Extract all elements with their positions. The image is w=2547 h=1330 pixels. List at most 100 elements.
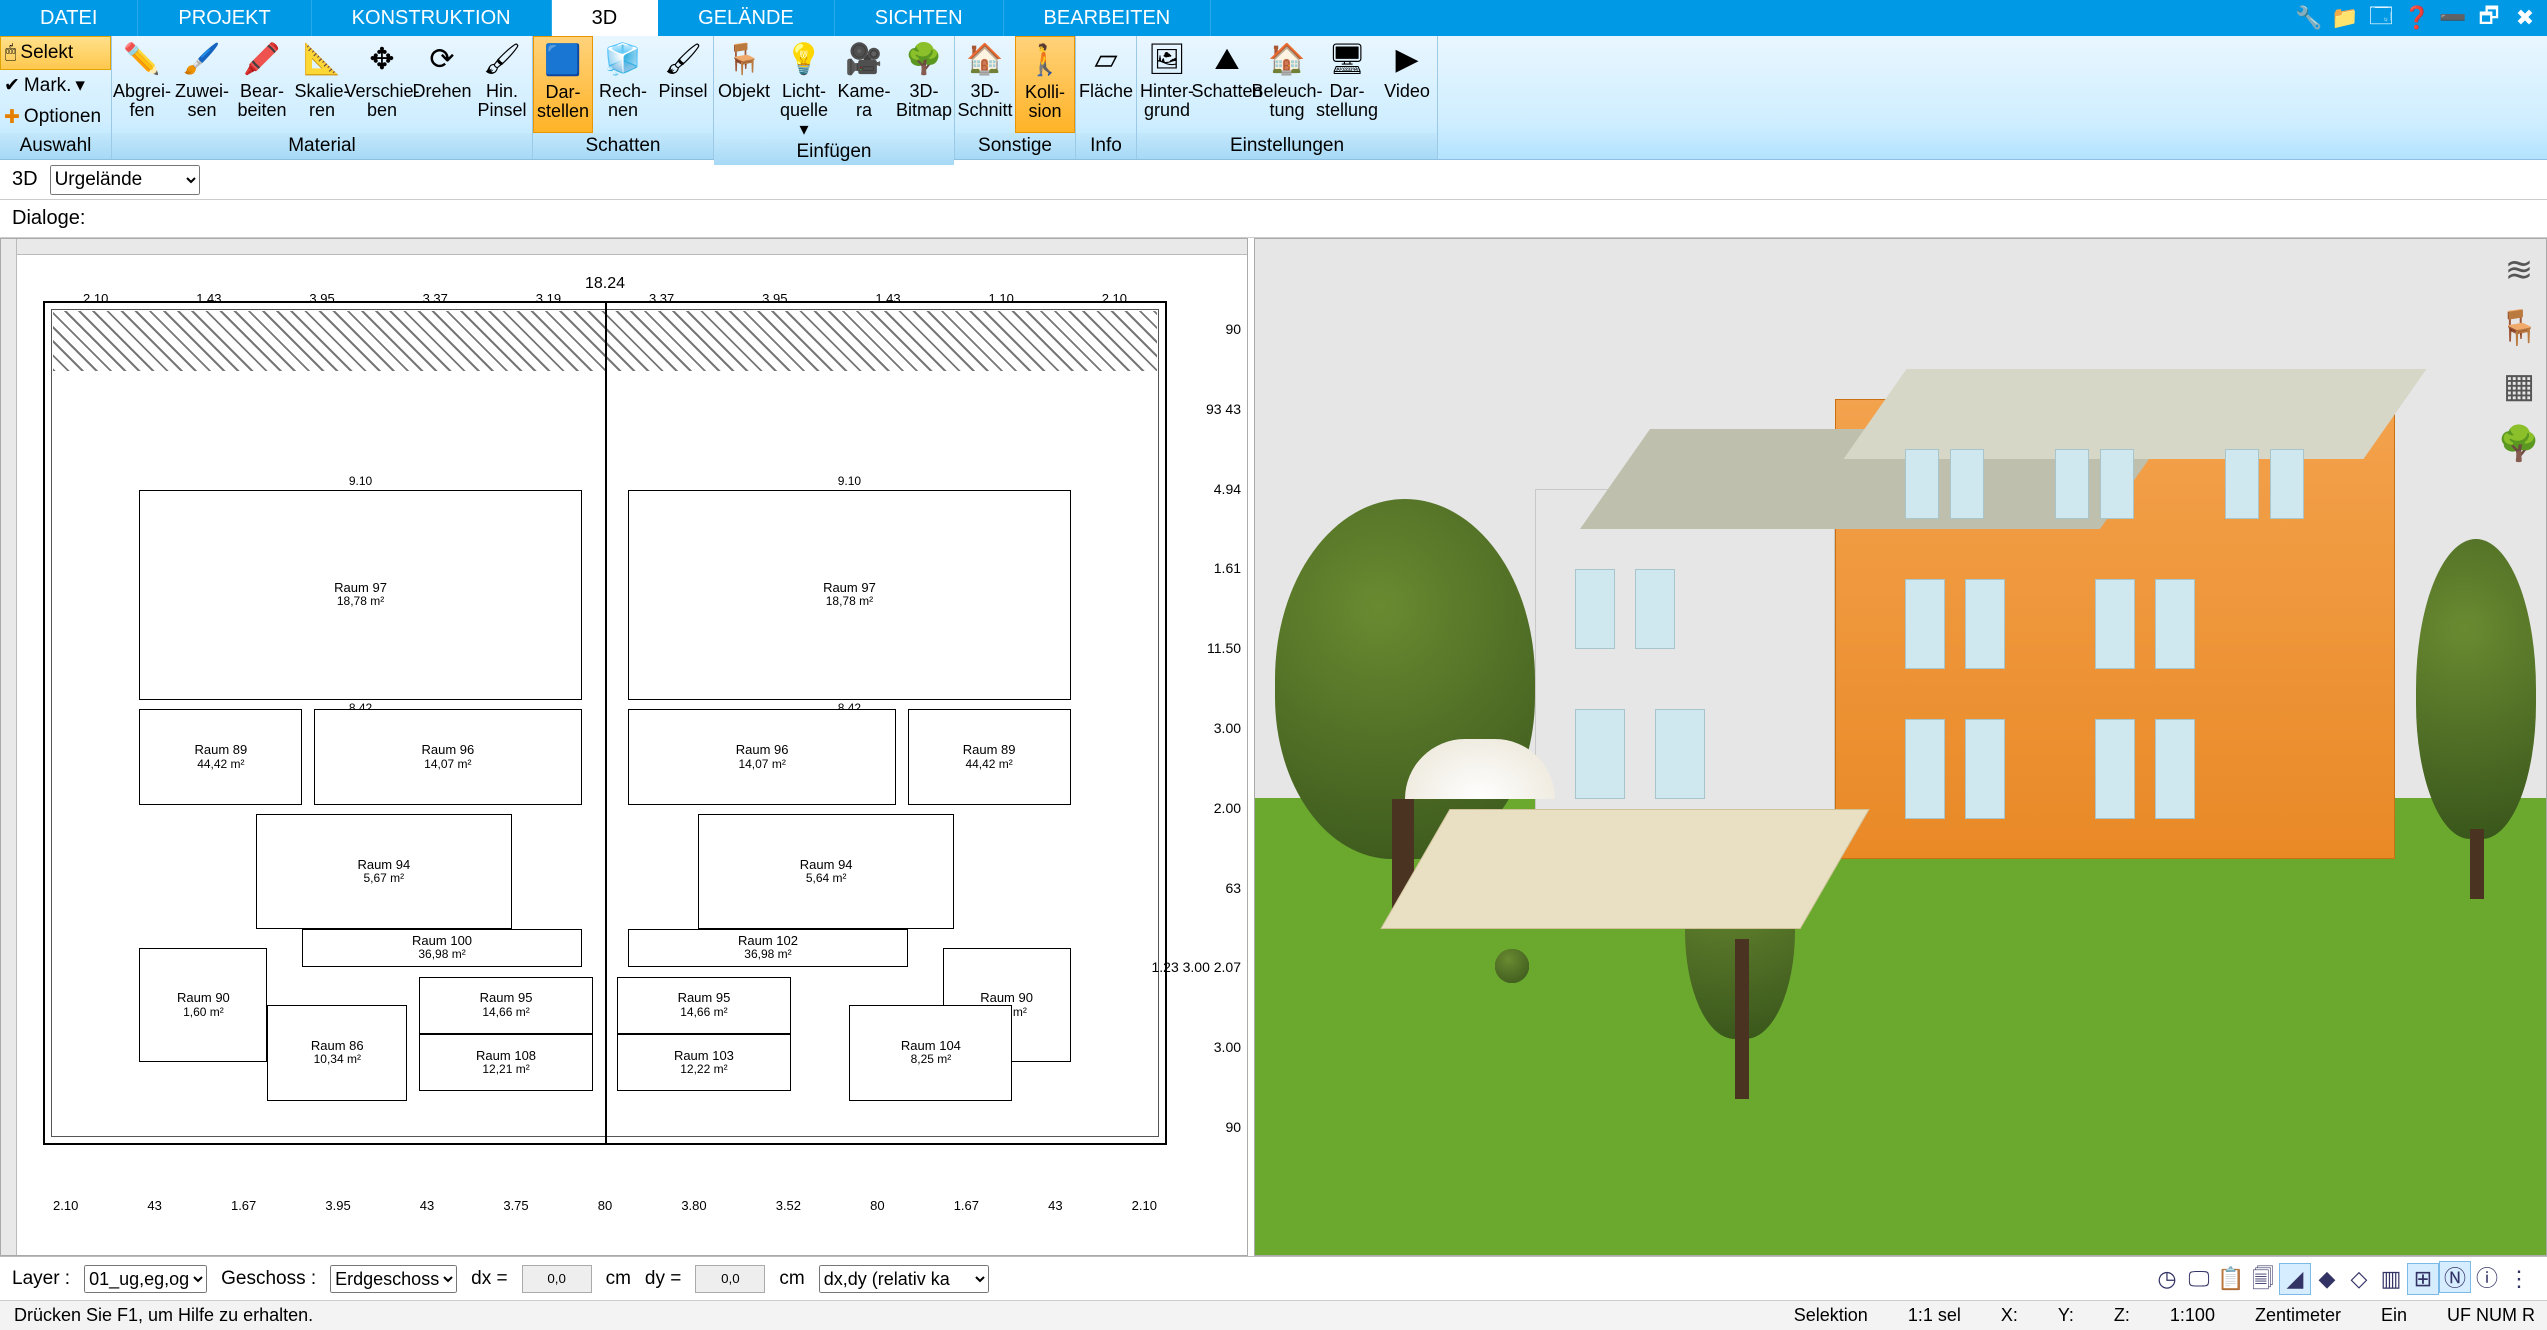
ribbon-btn-beleuchtung[interactable]: 🏠Beleuch-tung	[1257, 36, 1317, 133]
menu-tab-konstruktion[interactable]: KONSTRUKTION	[312, 0, 552, 36]
ribbon-btn-icon: ⛰	[1207, 40, 1247, 80]
ribbon-btn-drehen[interactable]: ⟳Drehen	[412, 36, 472, 133]
menu-tab-sichten[interactable]: SICHTEN	[835, 0, 1004, 36]
ribbon-btn-bearbeiten[interactable]: 🖍️Bear-beiten	[232, 36, 292, 133]
3d-scene[interactable]	[1255, 239, 2546, 1255]
ribbon-btn-flche[interactable]: ▱Fläche	[1076, 36, 1136, 133]
room[interactable]: Raum 945,64 m²	[698, 814, 954, 928]
bottom-icon-11[interactable]: ⋮	[2503, 1263, 2535, 1295]
menu-tab-gelände[interactable]: GELÄNDE	[658, 0, 835, 36]
room[interactable]: Raum 10812,21 m²	[419, 1034, 594, 1091]
ribbon-btn-kamera[interactable]: 🎥Kame-ra	[834, 36, 894, 139]
side-tool-1[interactable]: 🪑	[2499, 308, 2539, 348]
titlebar-icon-4[interactable]: ➖	[2439, 4, 2467, 32]
room[interactable]: Raum 8944,42 m²	[908, 709, 1071, 804]
dy-input[interactable]	[695, 1265, 765, 1293]
room[interactable]: Raum 10312,22 m²	[617, 1034, 792, 1091]
room[interactable]: Raum 9614,07 m²	[314, 709, 582, 804]
bottom-icon-7[interactable]: ▥	[2375, 1263, 2407, 1295]
floorplan-drawing[interactable]: 18.24 9093 434.941.6111.503.002.00631.23…	[23, 261, 1187, 1215]
layer-select[interactable]: 01_ug,eg,og	[84, 1265, 207, 1293]
menu-tab-projekt[interactable]: PROJEKT	[138, 0, 311, 36]
3d-perspective-view[interactable]	[1254, 238, 2547, 1256]
bottom-icon-5[interactable]: ◆	[2311, 1263, 2343, 1295]
ribbon-btn-schatten[interactable]: ⛰Schatten	[1197, 36, 1257, 133]
dx-input[interactable]	[522, 1265, 592, 1293]
mark-mode-button[interactable]: ✔ Mark. ▾	[0, 70, 111, 102]
ribbon-btn-darstellung[interactable]: 🖥Dar-stellung	[1317, 36, 1377, 133]
ribbon-btn-kollision[interactable]: 🚶Kolli-sion	[1015, 36, 1075, 133]
terrain-select[interactable]: Urgelände	[50, 165, 200, 195]
room[interactable]: Raum 9514,66 m²	[617, 977, 792, 1034]
bottom-icon-10[interactable]: ⓘ	[2471, 1261, 2503, 1293]
ribbon-btn-hintergrund[interactable]: 🖼Hinter-grund	[1137, 36, 1197, 133]
menu-tab-3d[interactable]: 3D	[552, 0, 659, 36]
bottom-icon-2[interactable]: 📋	[2215, 1263, 2247, 1295]
status-z: Z:	[2114, 1305, 2130, 1326]
bottom-icon-3[interactable]: 🗐	[2247, 1265, 2279, 1297]
dy-label: dy =	[645, 1268, 681, 1290]
titlebar-icon-3[interactable]: ❓	[2403, 4, 2431, 32]
ribbon-btn-icon: 🧊	[603, 40, 643, 80]
room[interactable]: 9.10Raum 9718,78 m²8.42	[139, 490, 581, 700]
room[interactable]: Raum 9514,66 m²	[419, 977, 594, 1034]
ribbon-btn-objekt[interactable]: 🪑Objekt	[714, 36, 774, 139]
ribbon-btn-icon: 🖍️	[242, 40, 282, 80]
status-ein: Ein	[2381, 1305, 2407, 1326]
titlebar-icon-5[interactable]: 🗗	[2475, 4, 2503, 32]
room[interactable]: Raum 8610,34 m²	[267, 1005, 407, 1100]
bottom-icon-4[interactable]: ◢	[2279, 1263, 2311, 1295]
room[interactable]: Raum 1048,25 m²	[849, 1005, 1012, 1100]
room[interactable]: 9.10Raum 9718,78 m²8.42	[628, 490, 1070, 700]
bottom-icon-8[interactable]: ⊞	[2407, 1263, 2439, 1295]
main-menu-bar: DATEIPROJEKTKONSTRUKTION3DGELÄNDESICHTEN…	[0, 0, 2547, 36]
titlebar-icon-6[interactable]: ✖	[2511, 4, 2539, 32]
ribbon-group-material: ✏️Abgrei-fen🖌️Zuwei-sen🖍️Bear-beiten📐Ska…	[112, 36, 533, 159]
ribbon-btn-darstellen[interactable]: 🟦Dar-stellen	[533, 36, 593, 133]
ribbon-btn-skalieren[interactable]: 📐Skalie-ren	[292, 36, 352, 133]
ribbon-btn-dbitmap[interactable]: 🌳3D-Bitmap	[894, 36, 954, 139]
ruler-horizontal	[1, 239, 1247, 255]
ribbon-btn-rechnen[interactable]: 🧊Rech-nen	[593, 36, 653, 133]
ribbon-btn-lichtquelle[interactable]: 💡Licht-quelle ▾	[774, 36, 834, 139]
ribbon-group-label: Info	[1076, 133, 1136, 159]
menu-tab-bearbeiten[interactable]: BEARBEITEN	[1004, 0, 1212, 36]
coord-mode-select[interactable]: dx,dy (relativ ka	[819, 1265, 989, 1293]
ribbon-btn-abgreifen[interactable]: ✏️Abgrei-fen	[112, 36, 172, 133]
geschoss-select[interactable]: Erdgeschoss	[330, 1265, 457, 1293]
bottom-icon-6[interactable]: ◇	[2343, 1263, 2375, 1295]
building	[1535, 369, 2435, 929]
side-tool-2[interactable]: ▦	[2499, 366, 2539, 406]
room[interactable]: Raum 8944,42 m²	[139, 709, 302, 804]
ribbon-btn-dschnitt[interactable]: 🏠3D-Schnitt	[955, 36, 1015, 133]
select-mode-button[interactable]: 🖱 Selekt	[0, 36, 111, 70]
dialog-bar: Dialoge:	[0, 200, 2547, 238]
titlebar-icon-2[interactable]: 🗔	[2367, 4, 2395, 32]
options-button[interactable]: ✚ Optionen	[0, 101, 111, 133]
side-tool-3[interactable]: 🌳	[2499, 424, 2539, 464]
bottom-icon-9[interactable]: Ⓝ	[2439, 1261, 2471, 1293]
ribbon-btn-verschieben[interactable]: ✥Verschie-ben	[352, 36, 412, 133]
side-tool-0[interactable]: ≋	[2499, 250, 2539, 290]
titlebar-icon-0[interactable]: 🔧	[2295, 4, 2323, 32]
ribbon-group-label: Material	[112, 133, 532, 159]
ribbon-btn-hinpinsel[interactable]: 🖌Hin.Pinsel	[472, 36, 532, 133]
help-hint: Drücken Sie F1, um Hilfe zu erhalten.	[0, 1305, 327, 1326]
titlebar-icon-1[interactable]: 📁	[2331, 4, 2359, 32]
menu-tab-datei[interactable]: DATEI	[0, 0, 138, 36]
ribbon-btn-pinsel[interactable]: 🖌Pinsel	[653, 36, 713, 133]
bottom-icon-0[interactable]: ◷	[2151, 1263, 2183, 1295]
ribbon-btn-zuweisen[interactable]: 🖌️Zuwei-sen	[172, 36, 232, 133]
ribbon-group-einstellungen: 🖼Hinter-grund⛰Schatten🏠Beleuch-tung🖥Dar-…	[1137, 36, 1438, 159]
room[interactable]: Raum 10036,98 m²	[302, 929, 581, 967]
floorplan-2d-view[interactable]: 18.24 9093 434.941.6111.503.002.00631.23…	[0, 238, 1248, 1256]
dx-label: dx =	[471, 1268, 507, 1290]
room[interactable]: Raum 10236,98 m²	[628, 929, 907, 967]
room[interactable]: Raum 9614,07 m²	[628, 709, 896, 804]
unit-label: cm	[606, 1268, 631, 1290]
room[interactable]: Raum 901,60 m²	[139, 948, 267, 1062]
status-scale: 1:100	[2170, 1305, 2215, 1326]
bottom-icon-1[interactable]: 🖵	[2183, 1263, 2215, 1295]
room[interactable]: Raum 945,67 m²	[256, 814, 512, 928]
ribbon-btn-video[interactable]: ▶Video	[1377, 36, 1437, 133]
